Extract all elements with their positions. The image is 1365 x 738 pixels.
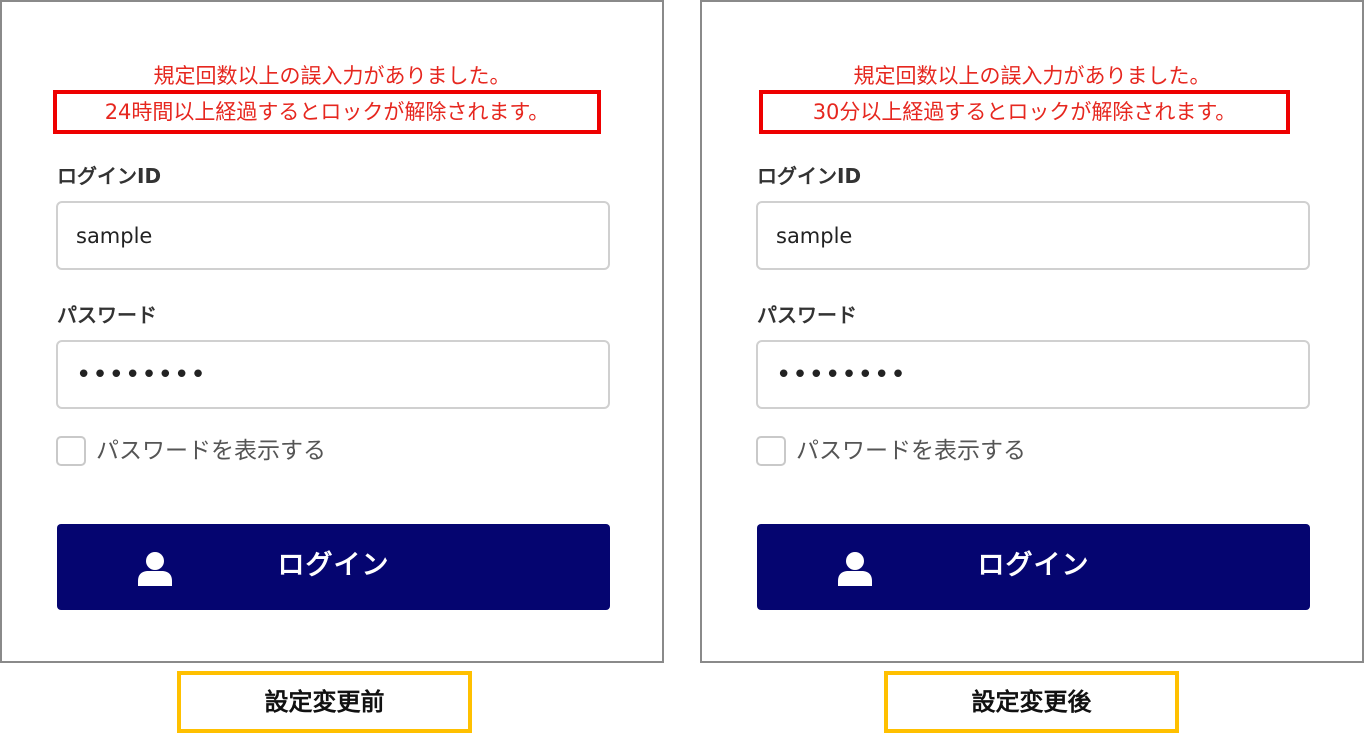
error-message-line2: 24時間以上経過するとロックが解除されます。 [104, 100, 550, 124]
caption-before: 設定変更前 [177, 671, 472, 733]
login-id-label: ログインID [57, 164, 162, 188]
password-label: パスワード [757, 303, 857, 327]
show-password-checkbox[interactable] [56, 436, 86, 466]
error-highlight-box: 30分以上経過するとロックが解除されます。 [759, 90, 1290, 134]
password-label: パスワード [57, 303, 157, 327]
error-highlight-box: 24時間以上経過するとロックが解除されます。 [53, 90, 601, 134]
login-id-input[interactable] [756, 201, 1310, 270]
login-button[interactable]: ログイン [57, 524, 610, 610]
login-panel-before: 規定回数以上の誤入力がありました。 24時間以上経過するとロックが解除されます。… [0, 0, 664, 663]
caption-after: 設定変更後 [884, 671, 1179, 733]
show-password-label[interactable]: パスワードを表示する [796, 436, 1026, 466]
show-password-label[interactable]: パスワードを表示する [96, 436, 326, 466]
show-password-checkbox[interactable] [756, 436, 786, 466]
password-input[interactable] [756, 340, 1310, 409]
login-button[interactable]: ログイン [757, 524, 1310, 610]
login-panel-after: 規定回数以上の誤入力がありました。 30分以上経過するとロックが解除されます。 … [700, 0, 1364, 663]
login-button-label: ログイン [277, 550, 390, 581]
error-message-line2: 30分以上経過するとロックが解除されます。 [812, 100, 1237, 124]
login-id-label: ログインID [757, 164, 862, 188]
password-input[interactable] [56, 340, 610, 409]
error-message-line1: 規定回数以上の誤入力がありました。 [153, 64, 511, 88]
login-id-input[interactable] [56, 201, 610, 270]
login-button-label: ログイン [977, 550, 1090, 581]
error-message-line1: 規定回数以上の誤入力がありました。 [853, 64, 1211, 88]
